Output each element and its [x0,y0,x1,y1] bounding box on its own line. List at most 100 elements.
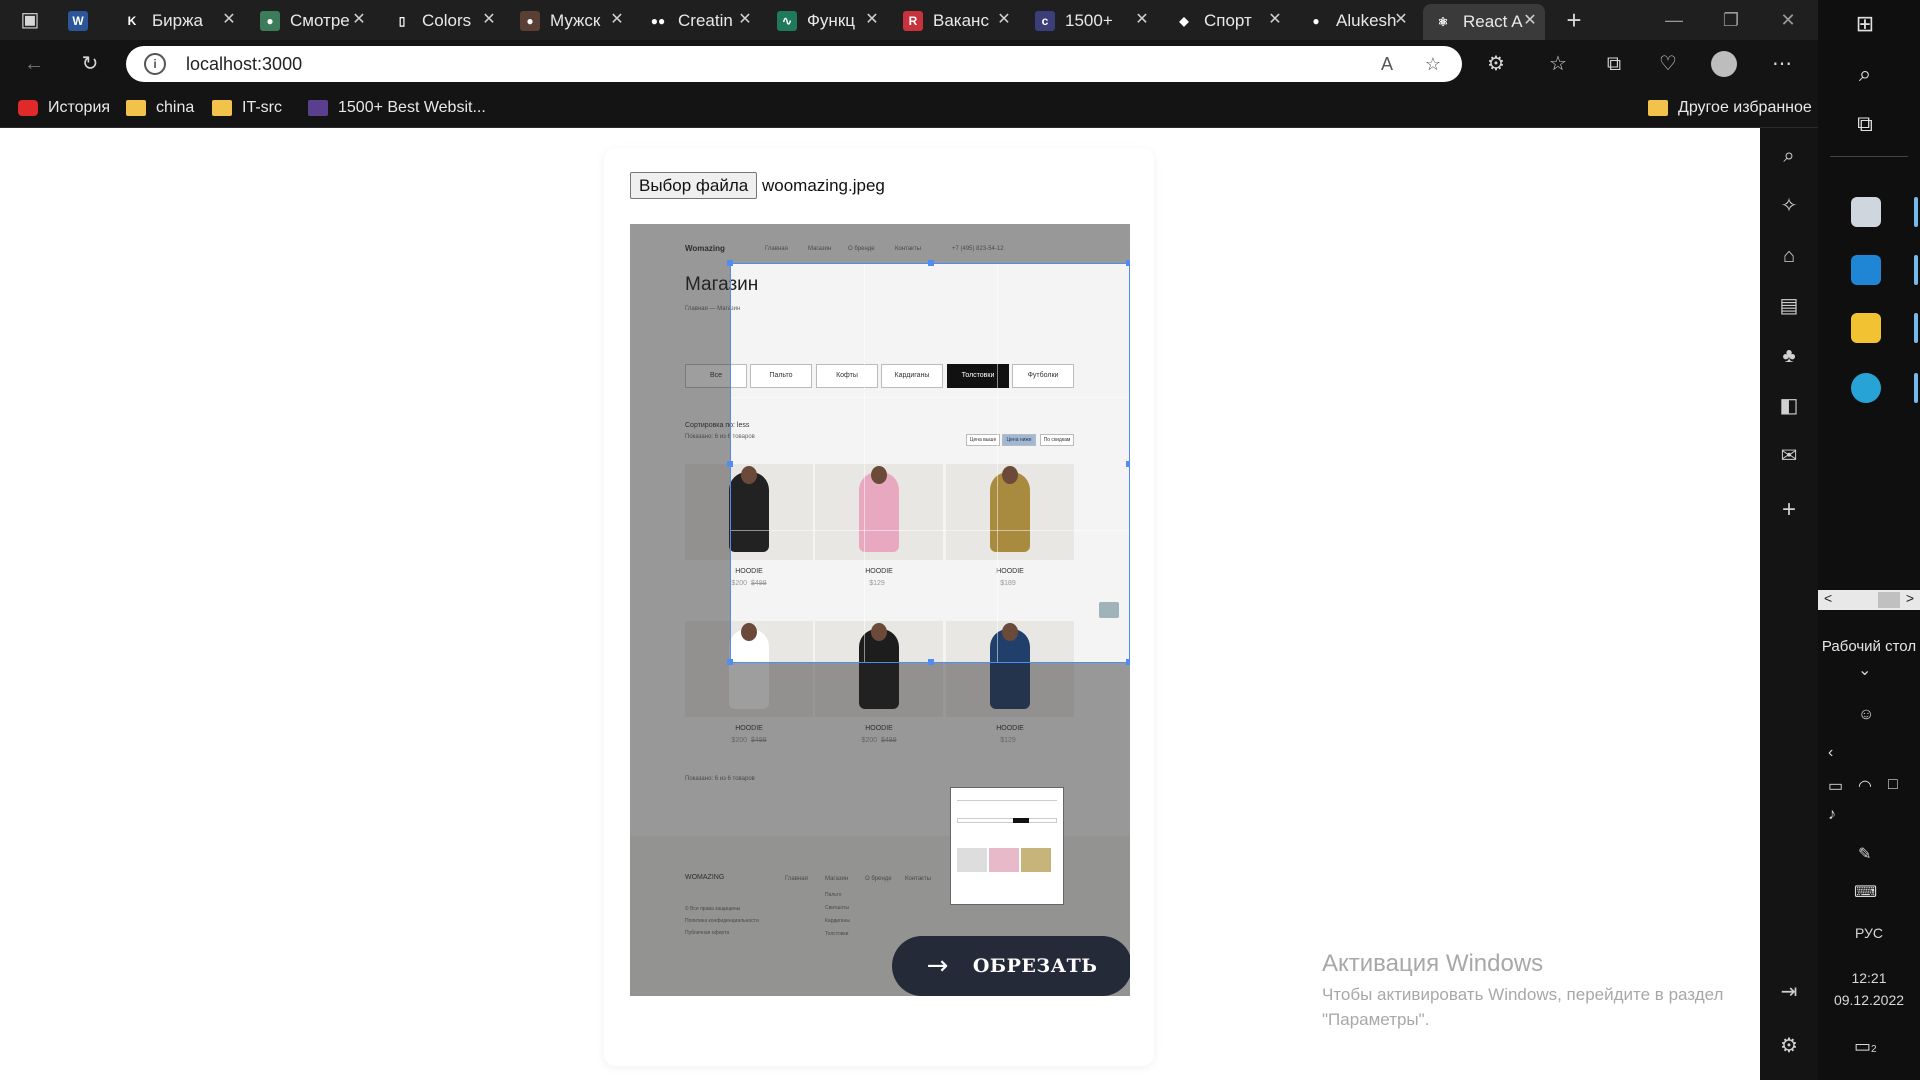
shopping-tag-icon[interactable]: ⌂ [1773,240,1805,272]
wifi-icon[interactable]: ◠ [1858,776,1872,796]
crop-selection[interactable] [727,260,1130,665]
keyboard-icon[interactable]: ⌨ [1854,882,1877,902]
discover-icon[interactable]: ✧ [1773,190,1805,222]
vscode-icon[interactable] [1851,255,1881,285]
pen-icon[interactable]: ✎ [1858,844,1871,864]
edge-sidebar: ⌕ ✧ ⌂ ▤ ♣ ◧ ✉ + ⇥ ⚙ [1760,128,1818,1080]
settings-icon[interactable]: ⚙ [1773,1030,1805,1062]
add-sidebar-icon[interactable]: + [1773,494,1805,526]
tab-3[interactable]: ● Смотре ✕ [250,3,374,39]
profile-avatar[interactable] [1708,48,1740,80]
desktop-label[interactable]: Рабочий стол [1818,638,1920,655]
tab-8[interactable]: R Ваканс ✕ [893,3,1019,39]
hide-sidebar-icon[interactable]: ⇥ [1773,976,1805,1008]
close-tab-icon[interactable]: ✕ [995,11,1013,29]
address-url[interactable]: localhost:3000 [186,54,302,75]
close-window-icon[interactable]: ✕ [1760,0,1816,40]
bookmark-label: 1500+ Best Websit... [338,99,486,116]
tab-actions-icon[interactable]: ▣ [14,4,46,36]
minimize-icon[interactable]: — [1646,0,1702,40]
remote-desktop-icon[interactable] [1851,197,1881,227]
tab-11[interactable]: ● Alukesh ✕ [1296,3,1416,39]
read-aloud-icon[interactable]: A [1374,51,1400,77]
bookmark-colorlib[interactable]: 1500+ Best Websit... [308,96,486,120]
task-view-icon[interactable]: ⧉ [1845,104,1885,144]
add-favorite-icon[interactable]: ☆ [1420,51,1446,77]
bookmark-history[interactable]: История [18,96,110,120]
new-tab-button[interactable]: + [1558,4,1590,36]
crop-handle-nw[interactable] [727,260,733,266]
crop-handle-se[interactable] [1126,659,1130,665]
choose-file-button[interactable]: Выбор файла [630,172,758,199]
tab-1[interactable]: W [58,3,118,39]
tab-4[interactable]: ▯ Colors ✕ [382,3,504,39]
crop-handle-w[interactable] [727,461,733,467]
more-menu-icon[interactable]: ⋯ [1766,48,1798,80]
office-icon[interactable]: ◧ [1773,390,1805,422]
crop-button[interactable]: → ОБРЕЗАТЬ [892,936,1130,996]
taskbar-scroll[interactable]: < > [1818,590,1920,610]
close-tab-icon[interactable]: ✕ [350,11,368,29]
bookmark-china[interactable]: china [126,96,194,120]
close-tab-icon[interactable]: ✕ [863,11,881,29]
search-icon[interactable]: ⌕ [1845,54,1885,94]
edge-icon[interactable] [1851,373,1881,403]
close-tab-icon[interactable]: ✕ [1521,12,1539,30]
close-tab-icon[interactable]: ✕ [608,11,626,29]
tools-icon[interactable]: ▤ [1773,290,1805,322]
file-explorer-icon[interactable] [1851,313,1881,343]
restore-icon[interactable]: ❐ [1703,0,1759,40]
word-icon: W [68,11,88,31]
site-info-icon[interactable]: i [144,53,166,75]
tab-10[interactable]: ◆ Спорт ✕ [1164,3,1290,39]
tab-2[interactable]: K Биржа ✕ [112,3,244,39]
outlook-icon[interactable]: ✉ [1773,440,1805,472]
chevron-down-icon[interactable]: ⌄ [1858,660,1871,680]
crop-handle-ne[interactable] [1126,260,1130,266]
bookmark-label: IT-src [242,99,282,116]
chevron-left-icon[interactable]: ‹ [1828,744,1833,762]
display-icon[interactable]: □ [1888,776,1898,794]
crop-handle-n[interactable] [928,260,934,266]
scroll-left-icon[interactable]: < [1824,590,1832,606]
scroll-thumb[interactable] [1878,592,1900,608]
running-indicator [1914,255,1918,285]
extensions-icon[interactable]: ⚙ [1480,48,1512,80]
tab-9[interactable]: c 1500+ ✕ [1025,3,1157,39]
tab-5[interactable]: ● Мужск ✕ [510,3,632,39]
favorites-icon[interactable]: ☆ [1542,48,1574,80]
games-icon[interactable]: ♣ [1773,340,1805,372]
close-tab-icon[interactable]: ✕ [220,11,238,29]
tab-12[interactable]: ⚛ React A ✕ [1423,4,1545,40]
crop-handle-s[interactable] [928,659,934,665]
other-favorites[interactable]: Другое избранное [1648,96,1812,120]
address-bar[interactable]: i localhost:3000 A ☆ [126,46,1462,82]
tab-6[interactable]: ●● Creatin ✕ [638,3,760,39]
clock-time[interactable]: 12:21 [1818,970,1920,986]
collections-icon[interactable]: ⧉ [1598,48,1630,80]
tab-7[interactable]: ∿ Функц ✕ [767,3,887,39]
browser-essentials-icon[interactable]: ♡ [1652,48,1684,80]
clock-date[interactable]: 09.12.2022 [1818,992,1920,1008]
close-tab-icon[interactable]: ✕ [1266,11,1284,29]
crop-handle-e[interactable] [1126,461,1130,467]
bookmark-it-src[interactable]: IT-src [212,96,282,120]
refresh-icon[interactable]: ↻ [74,48,106,80]
close-tab-icon[interactable]: ✕ [736,11,754,29]
crop-handle-sw[interactable] [727,659,733,665]
notifications-icon[interactable]: ▭2 [1854,1036,1877,1057]
search-icon[interactable]: ⌕ [1773,140,1805,172]
windows-start-icon[interactable]: ⊞ [1845,4,1885,44]
people-icon[interactable]: ☺ [1858,706,1874,724]
scroll-right-icon[interactable]: > [1906,590,1914,606]
volume-icon[interactable]: ♪ [1828,806,1836,824]
close-tab-icon[interactable]: ✕ [1392,11,1410,29]
language-indicator[interactable]: РУС [1818,925,1920,941]
close-tab-icon[interactable]: ✕ [480,11,498,29]
battery-icon[interactable]: ▭ [1828,776,1843,796]
tab-strip: ▣ W K Биржа ✕ ● Смотре ✕ ▯ Colors ✕ ● Мужск ✕ ●● Creat… [0,0,1818,40]
close-tab-icon[interactable]: ✕ [1133,11,1151,29]
crop-image[interactable]: Womazing Главная Магазин О бренде Контакты … [630,224,1130,996]
back-icon[interactable]: ← [18,48,50,80]
kwork-icon: K [122,11,142,31]
